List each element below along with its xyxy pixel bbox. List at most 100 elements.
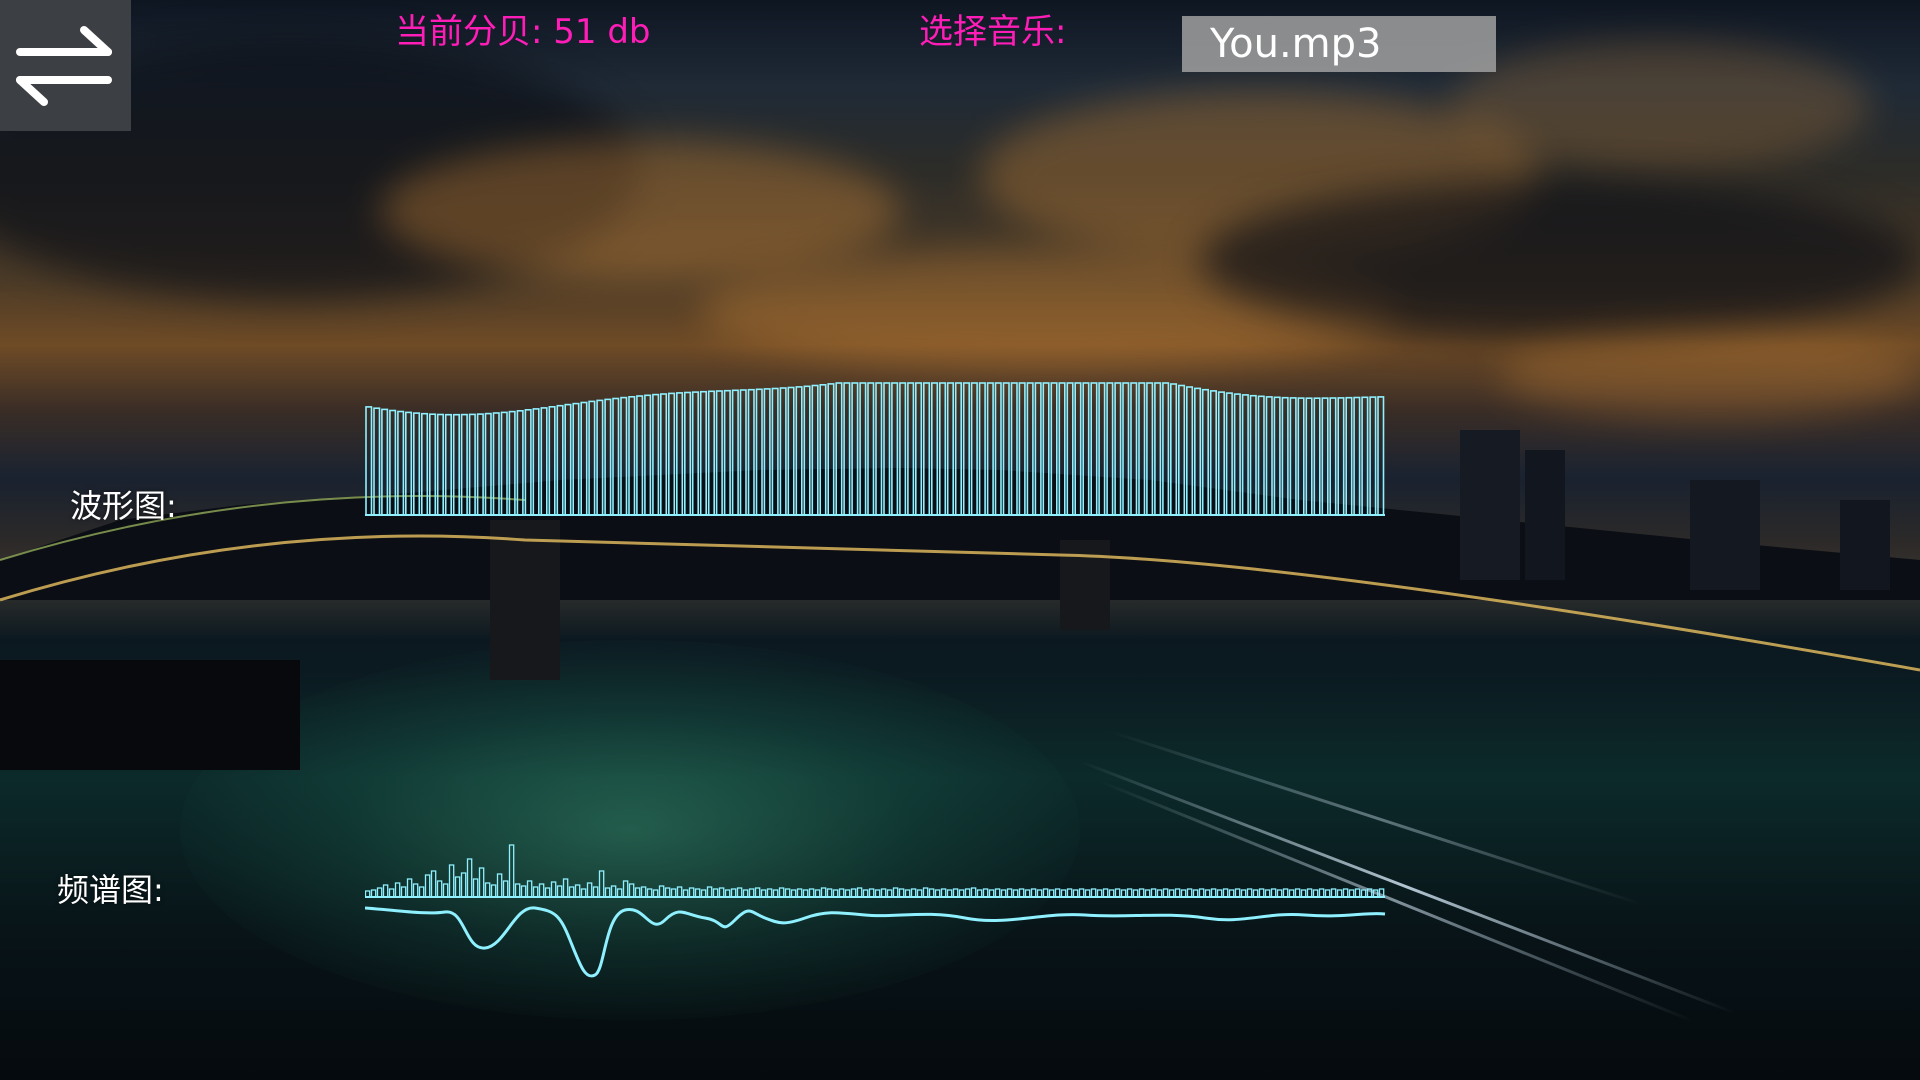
spectrum-bar <box>964 888 971 898</box>
spectrum-bar <box>772 889 779 898</box>
waveform-bar <box>628 395 636 516</box>
spectrum-bar <box>400 886 407 898</box>
waveform-bar <box>1241 394 1249 516</box>
spectrum-bar <box>1174 888 1181 898</box>
spectrum-bar <box>1132 889 1139 898</box>
waveform-bar <box>699 390 708 516</box>
waveform-bar <box>1273 396 1281 516</box>
waveform-bar <box>1002 382 1010 516</box>
waveform-bar <box>1082 382 1090 516</box>
waveform-bar <box>1114 382 1122 516</box>
waveform-bar <box>1050 382 1058 516</box>
spectrum-bar <box>538 883 545 898</box>
spectrum-bar <box>910 888 917 898</box>
spectrum-bar <box>1336 889 1343 898</box>
menu-button[interactable] <box>0 0 131 131</box>
spectrum-bar <box>526 880 533 898</box>
spectrum-bar <box>1168 889 1175 898</box>
spectrum-bar <box>1282 888 1289 898</box>
spectrum-bar <box>1234 888 1241 898</box>
waveform-bar <box>851 382 859 516</box>
spectrum-bar <box>1354 888 1361 898</box>
spectrum-bar <box>370 889 377 898</box>
spectrum-bar <box>1018 888 1025 898</box>
waveform-bar <box>899 382 907 516</box>
music-select[interactable]: You.mp3 <box>1182 16 1496 72</box>
waveform-bar <box>524 408 532 516</box>
spectrum-bar <box>1156 889 1163 898</box>
waveform-bar <box>556 404 564 516</box>
spectrum-bar <box>556 885 563 898</box>
waveform-bar <box>875 382 883 516</box>
spectrum-bar <box>946 889 953 898</box>
waveform-bar <box>1233 393 1241 516</box>
spectrum-bar <box>1144 889 1151 898</box>
spectrum-bar <box>1330 888 1337 898</box>
waveform-bar <box>1289 397 1297 516</box>
spectrum-bar <box>940 888 947 898</box>
waveform-bar <box>1193 387 1202 516</box>
waveform-bar <box>970 382 978 516</box>
spectrum-bar <box>874 889 881 898</box>
spectrum-bar <box>412 883 419 898</box>
waveform-bar <box>723 389 731 516</box>
spectrum-bar <box>1294 888 1301 898</box>
spectrum-bar <box>592 886 599 898</box>
spectrum-bar <box>682 889 689 898</box>
spectrum-bar <box>1216 889 1223 898</box>
waveform-bar <box>1217 391 1226 516</box>
spectrum-bar <box>838 888 845 898</box>
waveform-bar <box>1138 382 1146 516</box>
spectrum-bar <box>802 889 809 898</box>
waveform-bar <box>508 410 516 516</box>
spectrum-bar <box>1150 888 1157 898</box>
spectrum-bar <box>1006 888 1013 898</box>
spectrum-bar <box>826 888 833 898</box>
waveform-bar <box>779 387 787 516</box>
waveform-bar <box>1130 382 1138 516</box>
waveform-bar <box>1361 396 1369 516</box>
spectrum-bar <box>484 882 491 898</box>
waveform-bar <box>954 382 963 516</box>
spectrum-bar <box>1192 889 1199 898</box>
spectrum-bar <box>1342 888 1349 898</box>
waveform-bar <box>1090 382 1098 516</box>
spectrum-bar <box>1240 889 1247 898</box>
waveform-bar <box>994 382 1002 516</box>
waveform-bar <box>644 394 652 516</box>
waveform-bar <box>652 393 660 516</box>
spectrum-bar <box>934 889 941 898</box>
waveform-bar <box>715 390 723 516</box>
spectrum-bar <box>1306 888 1313 898</box>
spectrum-bar <box>970 887 977 898</box>
waveform-bar <box>588 400 596 516</box>
waveform-bar <box>1010 382 1018 516</box>
spectrum-bar <box>610 885 617 898</box>
waveform-bar <box>1257 395 1265 516</box>
app-screen: 当前分贝: 51 db 选择音乐: You.mp3 波形图: 频谱图: <box>0 0 1920 1080</box>
spectrum-bar <box>808 888 815 898</box>
spectrum-bar <box>1066 888 1073 898</box>
waveform-bar <box>707 390 716 516</box>
waveform-bar <box>492 412 500 516</box>
spectrum-bar <box>1096 889 1103 898</box>
waveform-bar <box>540 407 548 516</box>
waveform-bar <box>986 382 994 516</box>
spectrum-bar <box>1288 889 1295 898</box>
spectrum-bar <box>1048 889 1055 898</box>
spectrum-bar <box>760 889 767 898</box>
waveform-bar <box>675 392 684 516</box>
spectrum-bar <box>658 885 665 898</box>
waveform-bar <box>739 389 747 516</box>
spectrum-bar <box>664 887 671 898</box>
waveform-bar <box>1122 382 1130 516</box>
waveform-bar <box>468 413 476 516</box>
waveform-bar <box>596 399 604 516</box>
spectrum-bar <box>1318 888 1325 898</box>
spectrum-bar <box>832 889 839 898</box>
waveform-bar <box>795 386 803 516</box>
spectrum-bar <box>1300 889 1307 898</box>
spectrum-bar <box>442 883 449 898</box>
spectrum-bar <box>502 880 509 898</box>
waveform-bar <box>365 406 373 516</box>
